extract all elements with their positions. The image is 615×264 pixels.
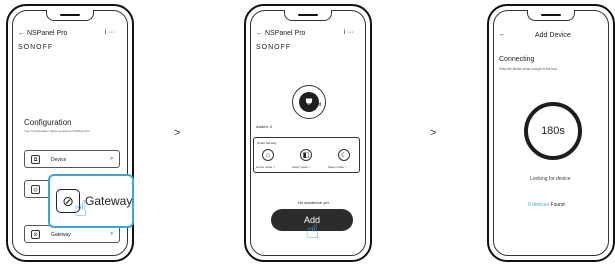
- menu-item-label: Device: [51, 157, 67, 163]
- found-count: 0 devices Found: [528, 202, 565, 208]
- configuration-title: Configuration: [24, 118, 72, 127]
- chevron-right-icon: >: [110, 231, 113, 237]
- empty-subdevice-text: No subdevice yet.: [298, 200, 330, 205]
- pointer-hand-icon: ☝: [306, 218, 320, 243]
- back-nav[interactable]: ← NSPanel Pro: [18, 30, 67, 37]
- back-arrow-icon[interactable]: ←: [18, 30, 25, 37]
- step-arrow: >: [174, 127, 181, 139]
- nav-title: Add Device: [535, 32, 571, 39]
- info-icon[interactable]: i: [343, 29, 345, 36]
- device-icon: ⧉: [31, 155, 40, 164]
- away-icon[interactable]: ◧: [300, 149, 312, 161]
- more-icon[interactable]: ···: [347, 29, 354, 36]
- info-icon[interactable]: i: [104, 29, 106, 36]
- smart-security-title: Smart Security: [257, 141, 277, 145]
- phone-notch: [527, 10, 575, 21]
- added-count: Added: 0: [256, 124, 273, 129]
- menu-item-label: Gateway: [51, 232, 71, 238]
- back-arrow-icon[interactable]: ←: [499, 31, 506, 38]
- nav-actions: i ···: [343, 29, 354, 36]
- menu-item-device[interactable]: ⧉ Device >: [24, 150, 120, 168]
- layers-icon: ◎: [31, 185, 40, 194]
- gateway-icon: ⊘: [31, 230, 40, 239]
- mode-label-away[interactable]: Away mode >: [292, 165, 310, 169]
- found-device-count: 0 devices: [528, 202, 550, 208]
- smart-security-panel: Smart Security ⌂ ◧ ☾ Home mode > Away mo…: [253, 137, 360, 173]
- home-icon[interactable]: ⌂: [262, 149, 274, 161]
- connecting-status: Connecting: [499, 56, 535, 63]
- nav-actions: i ···: [104, 29, 115, 36]
- nav-title: NSPanel Pro: [264, 30, 306, 37]
- back-nav[interactable]: ← NSPanel Pro: [256, 30, 305, 37]
- back-arrow-icon[interactable]: ←: [256, 30, 263, 37]
- mode-label-sleep[interactable]: Sleep mode >: [328, 165, 347, 169]
- found-label: Found: [550, 202, 565, 208]
- mode-label-home[interactable]: Home mode >: [256, 165, 275, 169]
- popup-label: Gateway: [85, 194, 133, 208]
- connecting-hint: Keep the device close enough to the hub.: [499, 67, 558, 71]
- brand-logo: SONOFF: [18, 44, 54, 51]
- step-arrow: >: [430, 127, 437, 139]
- looking-status: Looking for device: [530, 176, 571, 182]
- security-state-label: Disarmed: [300, 102, 322, 108]
- phone-notch: [46, 10, 94, 21]
- nav-title: NSPanel Pro: [26, 30, 68, 37]
- sleep-icon[interactable]: ☾: [338, 149, 350, 161]
- configuration-subtitle: Your Configuration will be synced to NSP…: [24, 129, 90, 133]
- chevron-right-icon: >: [110, 156, 113, 162]
- more-icon[interactable]: ···: [108, 29, 115, 36]
- gateway-highlight-popup[interactable]: ⊘ Gateway: [48, 174, 134, 228]
- brand-logo: SONOFF: [256, 44, 292, 51]
- phone-notch: [284, 10, 332, 21]
- pointer-hand-icon: ☝: [74, 196, 88, 221]
- countdown-timer: 180s: [524, 102, 582, 160]
